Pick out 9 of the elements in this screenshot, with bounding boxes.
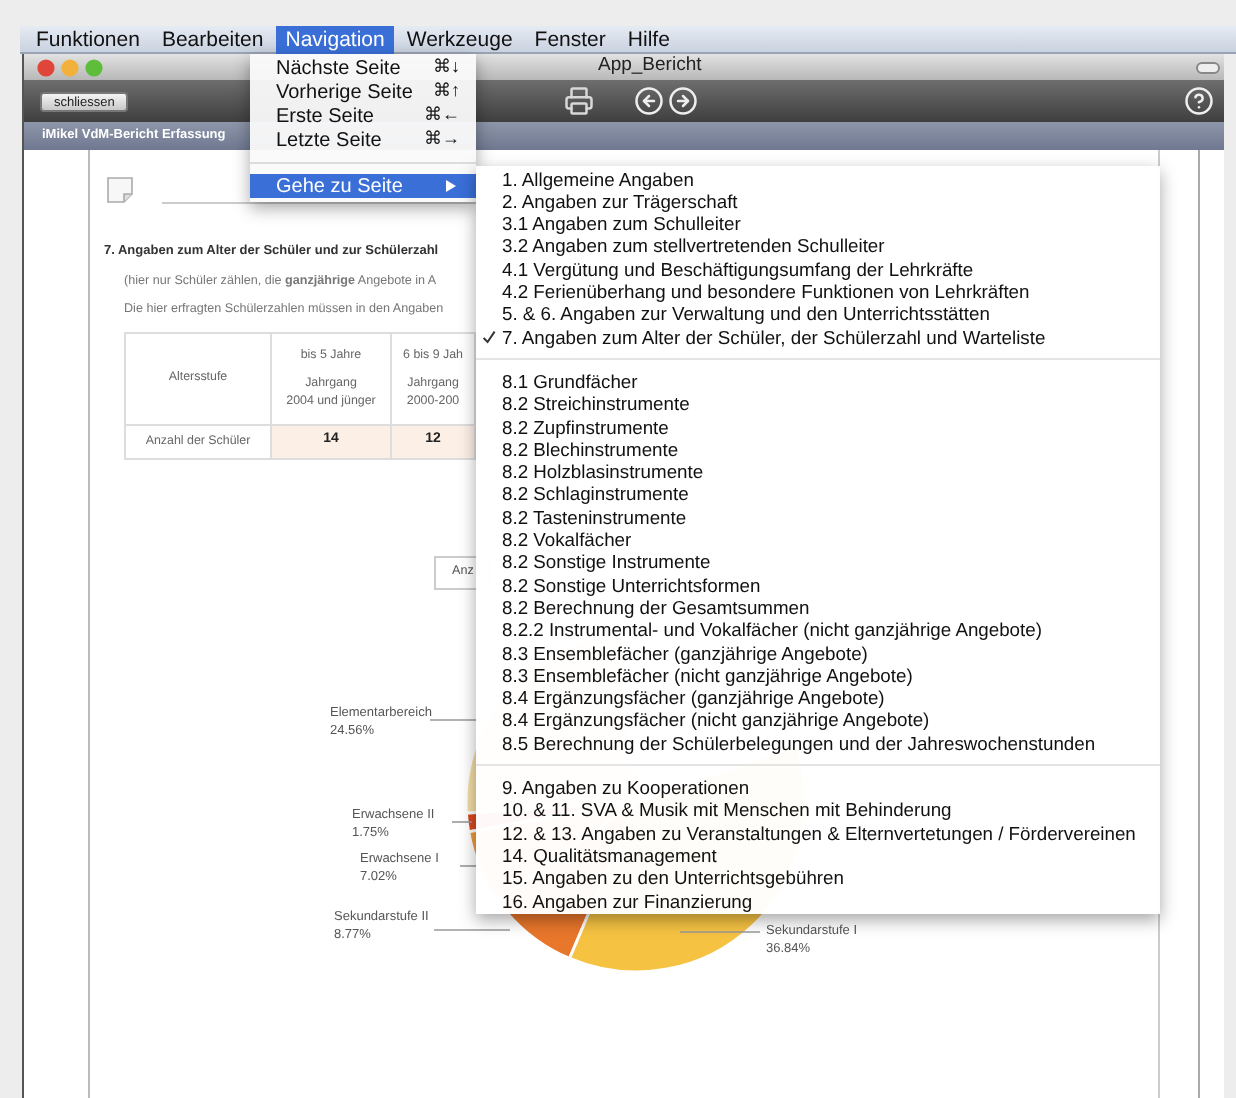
menu-item-label: Letzte Seite — [276, 127, 382, 155]
menu-item-label: Erste Seite — [276, 103, 374, 131]
menu-shortcut: ⌘↓ — [433, 54, 460, 81]
menu-item-label: Nächste Seite — [276, 55, 401, 83]
menu-item-label: Vorherige Seite — [276, 79, 413, 107]
window-title: App_Bericht — [598, 52, 702, 81]
menu-shortcut: ⌘← — [424, 102, 460, 129]
menu-shortcut: ⌘↑ — [433, 78, 460, 105]
menu-shortcut: ⌘→ — [424, 126, 460, 153]
